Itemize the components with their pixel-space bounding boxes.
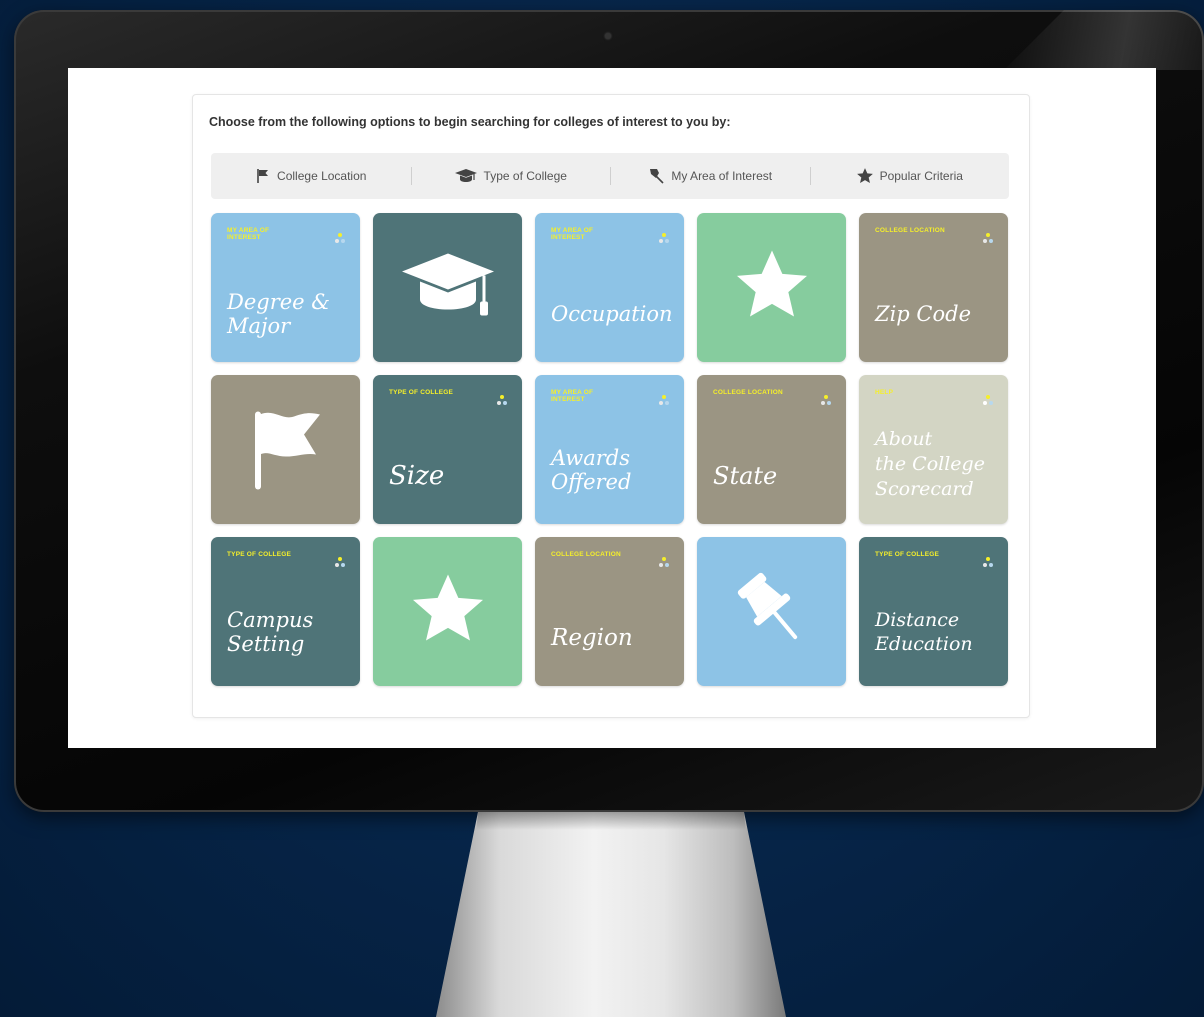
tile-tag: Type of College: [875, 551, 940, 558]
category-dots-icon: [334, 555, 346, 567]
tile-label: Degree & Major: [227, 290, 330, 338]
tile-zip-code[interactable]: College Location Zip Code: [859, 213, 1008, 362]
category-dots-icon: [982, 231, 994, 243]
category-tabbar: College Location Type of College My Area…: [211, 153, 1009, 199]
tile-tag: College Location: [713, 389, 783, 396]
category-tile-grid: My Area of Interest Degree & Major My Ar…: [211, 213, 1008, 686]
pushpin-icon: [647, 167, 665, 185]
tile-region[interactable]: College Location Region: [535, 537, 684, 686]
tile-tag: College Location: [875, 227, 945, 234]
flag-icon: [255, 168, 271, 184]
tile-pushpin[interactable]: [697, 537, 846, 686]
camera-dot: [605, 33, 611, 39]
tile-label: State: [713, 462, 778, 490]
category-dots-icon: [658, 555, 670, 567]
tile-popular-star-2[interactable]: [373, 537, 522, 686]
category-dots-icon: [334, 231, 346, 243]
monitor-screen: Choose from the following options to beg…: [68, 68, 1156, 748]
tab-label: Type of College: [483, 169, 567, 183]
tile-campus-setting[interactable]: Type of College Campus Setting: [211, 537, 360, 686]
tab-label: College Location: [277, 169, 367, 183]
tile-tag: College Location: [551, 551, 621, 558]
tile-distance-education[interactable]: Type of College Distance Education: [859, 537, 1008, 686]
star-icon: [856, 167, 874, 185]
bezel-reflection: [1004, 10, 1204, 70]
tile-label: Awards Offered: [551, 446, 632, 494]
tab-type-of-college[interactable]: Type of College: [410, 153, 611, 199]
tile-tag: My Area of Interest: [551, 227, 594, 241]
tile-degree-and-major[interactable]: My Area of Interest Degree & Major: [211, 213, 360, 362]
category-dots-icon: [496, 393, 508, 405]
tile-tag: Help: [875, 389, 894, 396]
category-dots-icon: [982, 555, 994, 567]
tile-tag: My Area of Interest: [227, 227, 270, 241]
tile-popular-star[interactable]: [697, 213, 846, 362]
tile-label: Occupation: [551, 302, 673, 326]
tab-label: My Area of Interest: [671, 169, 773, 183]
pushpin-icon: [730, 567, 814, 656]
tile-label: Zip Code: [875, 302, 972, 326]
tile-tag: Type of College: [389, 389, 454, 396]
tile-label: About the College Scorecard: [875, 428, 985, 500]
tile-tag: Type of College: [227, 551, 292, 558]
stand-shadow: [476, 812, 746, 830]
tile-state[interactable]: College Location State: [697, 375, 846, 524]
tile-graduation-cap[interactable]: [373, 213, 522, 362]
intro-text: Choose from the following options to beg…: [209, 115, 731, 129]
category-dots-icon: [658, 393, 670, 405]
graduation-cap-icon: [400, 249, 496, 326]
tile-awards-offered[interactable]: My Area of Interest Awards Offered: [535, 375, 684, 524]
monitor-stand: [436, 812, 786, 1017]
tab-college-location[interactable]: College Location: [211, 153, 411, 199]
tile-tag: My Area of Interest: [551, 389, 594, 403]
tile-flag[interactable]: [211, 375, 360, 524]
star-icon: [731, 245, 813, 330]
category-dots-icon: [982, 393, 994, 405]
tile-about-college-scorecard[interactable]: Help About the College Scorecard: [859, 375, 1008, 524]
search-panel: Choose from the following options to beg…: [192, 94, 1030, 718]
tab-popular-criteria[interactable]: Popular Criteria: [809, 153, 1010, 199]
tile-label: Distance Education: [875, 609, 973, 655]
tile-label: Campus Setting: [227, 608, 314, 656]
tile-label: Region: [551, 625, 633, 651]
graduation-cap-icon: [454, 168, 478, 184]
tab-label: Popular Criteria: [879, 169, 963, 183]
category-dots-icon: [820, 393, 832, 405]
tile-size[interactable]: Type of College Size: [373, 375, 522, 524]
category-dots-icon: [658, 231, 670, 243]
tile-occupation[interactable]: My Area of Interest Occupation: [535, 213, 684, 362]
tab-my-area-of-interest[interactable]: My Area of Interest: [610, 153, 810, 199]
tile-label: Size: [389, 461, 445, 491]
star-icon: [407, 569, 489, 654]
flag-icon: [246, 404, 326, 495]
